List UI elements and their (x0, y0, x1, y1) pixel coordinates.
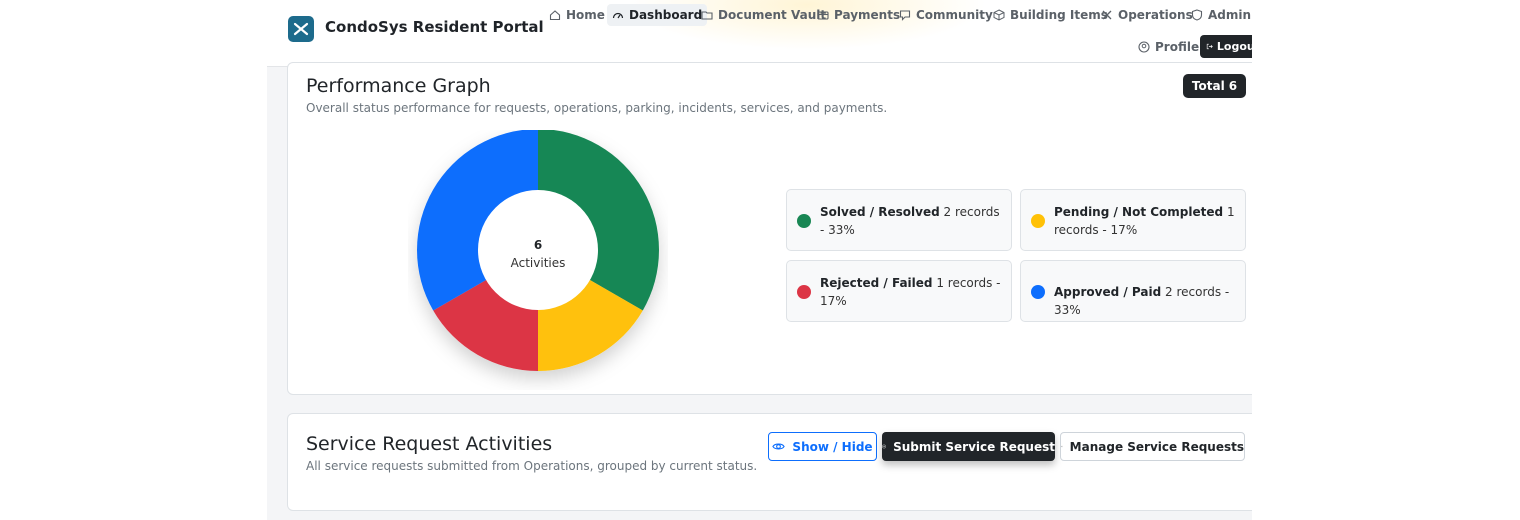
nav-document-vault-label: Document Vault (718, 8, 827, 22)
show-hide-button[interactable]: Show / Hide (768, 432, 877, 461)
service-title: Service Request Activities (306, 433, 553, 455)
user-circle-icon (1138, 41, 1150, 53)
box-icon (993, 9, 1005, 21)
performance-card: Performance Graph Overall status perform… (287, 62, 1252, 395)
logout-label: Logout (1216, 40, 1252, 53)
nav-operations-label: Operations (1118, 8, 1193, 22)
nav-dashboard[interactable]: Dashboard (607, 4, 708, 26)
nav-payments-label: Payments (834, 8, 901, 22)
home-icon (549, 10, 561, 21)
brand-name[interactable]: CondoSys Resident Portal (325, 18, 544, 36)
legend-approved: Approved / Paid 2 records - 33% (1020, 260, 1246, 322)
logout-icon (1206, 43, 1213, 50)
service-requests-card: Service Request Activities All service r… (287, 413, 1252, 511)
legend-dot-yellow (1031, 214, 1045, 228)
legend-rejected-text: Rejected / Failed 1 records - 17% (820, 274, 1001, 310)
app-viewport: CondoSys Resident Portal Home Dashboard … (267, 0, 1252, 520)
legend-rejected-name: Rejected / Failed (820, 276, 933, 290)
nav-admin-label: Admin (1208, 8, 1252, 22)
legend-pending: Pending / Not Completed 1 records - 17% (1020, 189, 1246, 251)
donut-center-label: Activities (510, 256, 566, 270)
logout-button[interactable]: Logout (1200, 35, 1252, 58)
nav-payments[interactable]: Payments (812, 4, 905, 26)
legend-pending-text: Pending / Not Completed 1 records - 17% (1054, 203, 1235, 239)
nav-home[interactable]: Home (544, 4, 610, 26)
donut-chart: 6 Activities (408, 129, 668, 390)
folder-icon (701, 11, 713, 20)
total-badge: Total 6 (1183, 74, 1246, 98)
nav-community-label: Community (916, 8, 993, 22)
nav-operations[interactable]: Operations (1096, 4, 1198, 26)
wallet-icon (817, 11, 829, 20)
plus-circle-icon (882, 444, 886, 449)
legend-solved: Solved / Resolved 2 records - 33% (786, 189, 1012, 251)
chat-icon (899, 10, 911, 21)
legend-dot-green (797, 214, 811, 228)
submit-service-request-button[interactable]: Submit Service Request (882, 432, 1055, 461)
nav-building-items-label: Building Items (1010, 8, 1108, 22)
nav-profile-label: Profile (1155, 40, 1200, 54)
total-value: 6 (1228, 79, 1238, 93)
nav-admin[interactable]: Admin (1186, 4, 1252, 26)
shield-icon (1191, 9, 1203, 21)
service-subtitle: All service requests submitted from Oper… (306, 459, 758, 473)
top-navbar: CondoSys Resident Portal Home Dashboard … (267, 0, 1252, 67)
legend-dot-red (797, 285, 811, 299)
brand-logo-icon[interactable] (288, 16, 314, 42)
legend-approved-text: Approved / Paid 2 records - 33% (1054, 283, 1235, 319)
tools-icon (1102, 10, 1112, 20)
legend-approved-name: Approved / Paid (1054, 285, 1162, 299)
nav-dashboard-label: Dashboard (629, 8, 703, 22)
nav-home-label: Home (566, 8, 605, 22)
performance-subtitle: Overall status performance for requests,… (306, 101, 888, 115)
manage-service-requests-label: Manage Service Requests (1069, 439, 1244, 454)
legend-pending-name: Pending / Not Completed (1054, 205, 1224, 219)
manage-service-requests-button[interactable]: Manage Service Requests (1060, 432, 1245, 461)
nav-profile[interactable]: Profile (1133, 36, 1204, 58)
show-hide-label: Show / Hide (792, 439, 873, 454)
nav-document-vault[interactable]: Document Vault (696, 4, 831, 26)
legend-solved-text: Solved / Resolved 2 records - 33% (820, 203, 1001, 239)
dashboard-icon (612, 12, 624, 19)
nav-building-items[interactable]: Building Items (988, 4, 1113, 26)
donut-center-value: 6 (533, 238, 543, 252)
performance-title: Performance Graph (306, 75, 491, 97)
legend-solved-name: Solved / Resolved (820, 205, 940, 219)
legend-dot-blue (1031, 285, 1045, 299)
total-label: Total (1191, 79, 1225, 93)
legend-rejected: Rejected / Failed 1 records - 17% (786, 260, 1012, 322)
submit-service-request-label: Submit Service Request (893, 439, 1055, 454)
nav-community[interactable]: Community (894, 4, 998, 26)
eye-icon (772, 443, 786, 450)
list-icon (1061, 445, 1063, 448)
